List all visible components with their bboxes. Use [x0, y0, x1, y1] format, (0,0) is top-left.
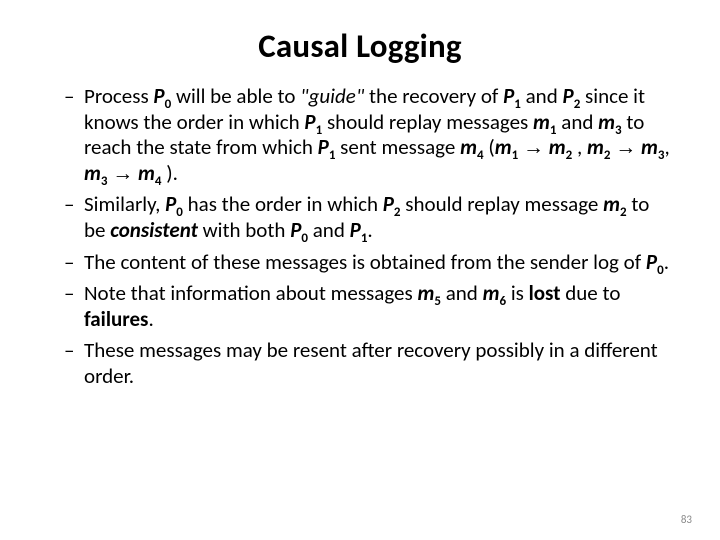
bullet-list: Process P0 will be able to "guide" the r…: [48, 84, 672, 390]
page-number: 83: [681, 513, 692, 526]
slide-title: Causal Logging: [48, 26, 672, 66]
list-item: The content of these messages is obtaine…: [64, 250, 672, 276]
list-item: These messages may be resent after recov…: [64, 338, 672, 389]
list-item: Similarly, P0 has the order in which P2 …: [64, 192, 672, 243]
list-item: Note that information about messages m5 …: [64, 281, 672, 332]
list-item: Process P0 will be able to "guide" the r…: [64, 84, 672, 186]
slide: Causal Logging Process P0 will be able t…: [0, 0, 720, 540]
